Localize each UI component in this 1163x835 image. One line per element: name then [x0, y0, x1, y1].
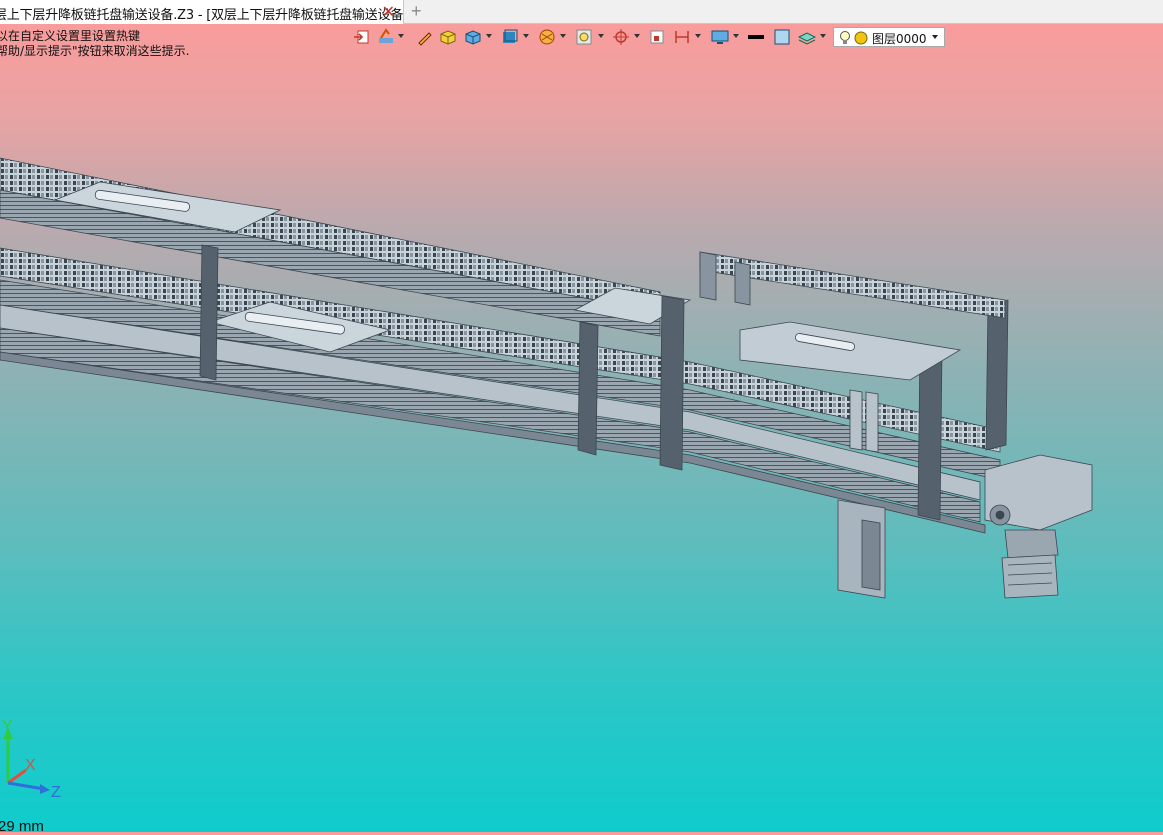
color-swatch-icon[interactable] [773, 28, 791, 46]
plus-icon[interactable]: + [411, 1, 422, 22]
layer-color-icon[interactable] [854, 31, 868, 45]
axis-z-label: Z [51, 784, 61, 801]
hint-line-1: 以在自定义设置里设置热键 [0, 29, 141, 43]
display-settings-icon[interactable] [711, 28, 729, 46]
frame-icon[interactable] [648, 28, 666, 46]
viewport-icon[interactable] [575, 28, 593, 46]
layer-value: 图层0000 [872, 32, 927, 46]
axis-x-label: X [25, 757, 36, 774]
viewport-dropdown[interactable] [598, 34, 604, 38]
lift-cylinder-right [865, 391, 879, 453]
snap-dropdown[interactable] [634, 34, 640, 38]
document-tab[interactable]: 层上下层升降板链托盘输送设备.Z3 - [双层上下层升降板链托盘输送设备] ✕ [0, 0, 404, 24]
post-5 [985, 299, 1009, 451]
lift-post-right [734, 261, 751, 306]
document-tab-bar: 层上下层升降板链托盘输送设备.Z3 - [双层上下层升降板链托盘输送设备] ✕ … [0, 0, 1163, 24]
gear-reducer [1004, 529, 1059, 559]
solid-box-icon[interactable] [439, 28, 457, 46]
scale-readout: 29 mm [0, 818, 44, 835]
conveyor-model [0, 157, 1093, 599]
render-style-icon[interactable] [538, 28, 556, 46]
close-icon[interactable]: ✕ [382, 2, 395, 22]
line-weight-icon[interactable] [747, 28, 765, 46]
drive-motor [1001, 554, 1059, 599]
import-icon[interactable] [353, 28, 371, 46]
render-dropdown[interactable] [560, 34, 566, 38]
view-cube-icon[interactable] [501, 28, 519, 46]
chevron-down-icon[interactable] [932, 35, 938, 39]
post-1 [199, 244, 219, 381]
post-3 [659, 295, 685, 471]
layer-select[interactable]: 图层0000 [833, 27, 945, 47]
view-dropdown[interactable] [523, 34, 529, 38]
dimension-dropdown[interactable] [695, 34, 701, 38]
document-tab-title: 层上下层升降板链托盘输送设备.Z3 - [双层上下层升降板链托盘输送设备] [0, 8, 404, 23]
pen-icon[interactable] [416, 28, 434, 46]
layer-stack-icon[interactable] [798, 28, 816, 46]
dimension-icon[interactable] [673, 28, 691, 46]
lift-column-inner [861, 519, 881, 591]
sketch-dropdown[interactable] [398, 34, 404, 38]
cube-dropdown[interactable] [486, 34, 492, 38]
lightbulb-icon[interactable] [838, 30, 852, 45]
cube-shaded-icon[interactable] [464, 28, 482, 46]
sketch-tool-icon[interactable] [377, 28, 395, 46]
lift-cylinder-left [849, 389, 863, 451]
post-2 [577, 321, 599, 456]
axis-y-label: Y [2, 718, 13, 735]
lift-post-left [699, 251, 717, 301]
3d-viewport[interactable] [0, 48, 1163, 832]
layer-stack-dropdown[interactable] [820, 34, 826, 38]
display-dropdown[interactable] [733, 34, 739, 38]
snap-target-icon[interactable] [612, 28, 630, 46]
